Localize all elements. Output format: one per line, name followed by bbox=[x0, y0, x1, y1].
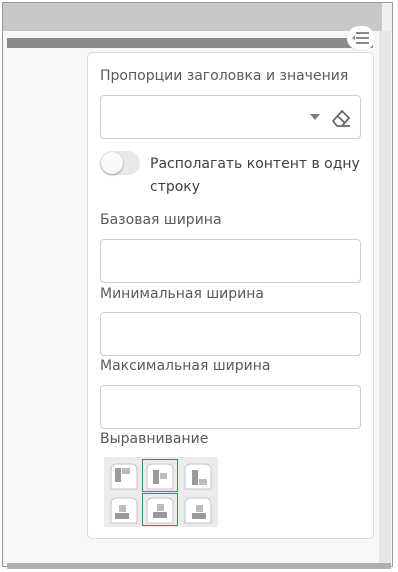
menu-icon bbox=[352, 32, 369, 44]
panel-menu-button[interactable] bbox=[347, 26, 375, 50]
alignment-label: Выравнивание bbox=[100, 431, 209, 447]
align-bottom-left-button[interactable] bbox=[106, 493, 142, 526]
properties-panel: Пропорции заголовка и значения Располага… bbox=[87, 52, 374, 539]
align-bottom-center-icon bbox=[146, 497, 174, 523]
align-top-left-icon bbox=[110, 463, 138, 489]
top-toolbar bbox=[3, 3, 382, 31]
horizontal-scrollbar[interactable] bbox=[7, 563, 391, 569]
align-top-right-icon bbox=[184, 463, 212, 489]
alignment-grid bbox=[104, 457, 218, 527]
header-strip bbox=[7, 38, 373, 48]
toggle-knob bbox=[101, 152, 123, 174]
align-bottom-center-button[interactable] bbox=[142, 493, 178, 526]
single-line-toggle[interactable] bbox=[100, 151, 140, 175]
align-top-center-icon bbox=[146, 463, 174, 489]
chevron-down-icon[interactable] bbox=[310, 114, 320, 120]
max-width-input[interactable] bbox=[100, 385, 361, 429]
top-toolbar-edge bbox=[382, 3, 392, 31]
align-top-center-button[interactable] bbox=[142, 459, 178, 492]
align-bottom-right-button[interactable] bbox=[180, 493, 216, 526]
min-width-input[interactable] bbox=[100, 312, 361, 356]
max-width-label: Максимальная ширина bbox=[100, 358, 271, 374]
base-width-input[interactable] bbox=[100, 239, 361, 283]
vertical-scrollbar[interactable] bbox=[379, 31, 391, 564]
align-bottom-right-icon bbox=[184, 497, 212, 523]
base-width-label: Базовая ширина bbox=[100, 212, 222, 228]
align-top-left-button[interactable] bbox=[106, 459, 142, 492]
proportions-select[interactable] bbox=[100, 95, 361, 139]
single-line-toggle-label: Располагать контент в одну строку bbox=[150, 156, 360, 195]
proportions-label: Пропорции заголовка и значения bbox=[100, 68, 349, 84]
align-top-right-button[interactable] bbox=[180, 459, 216, 492]
eraser-icon[interactable] bbox=[330, 107, 352, 129]
min-width-label: Минимальная ширина bbox=[100, 286, 265, 302]
align-bottom-left-icon bbox=[110, 497, 138, 523]
